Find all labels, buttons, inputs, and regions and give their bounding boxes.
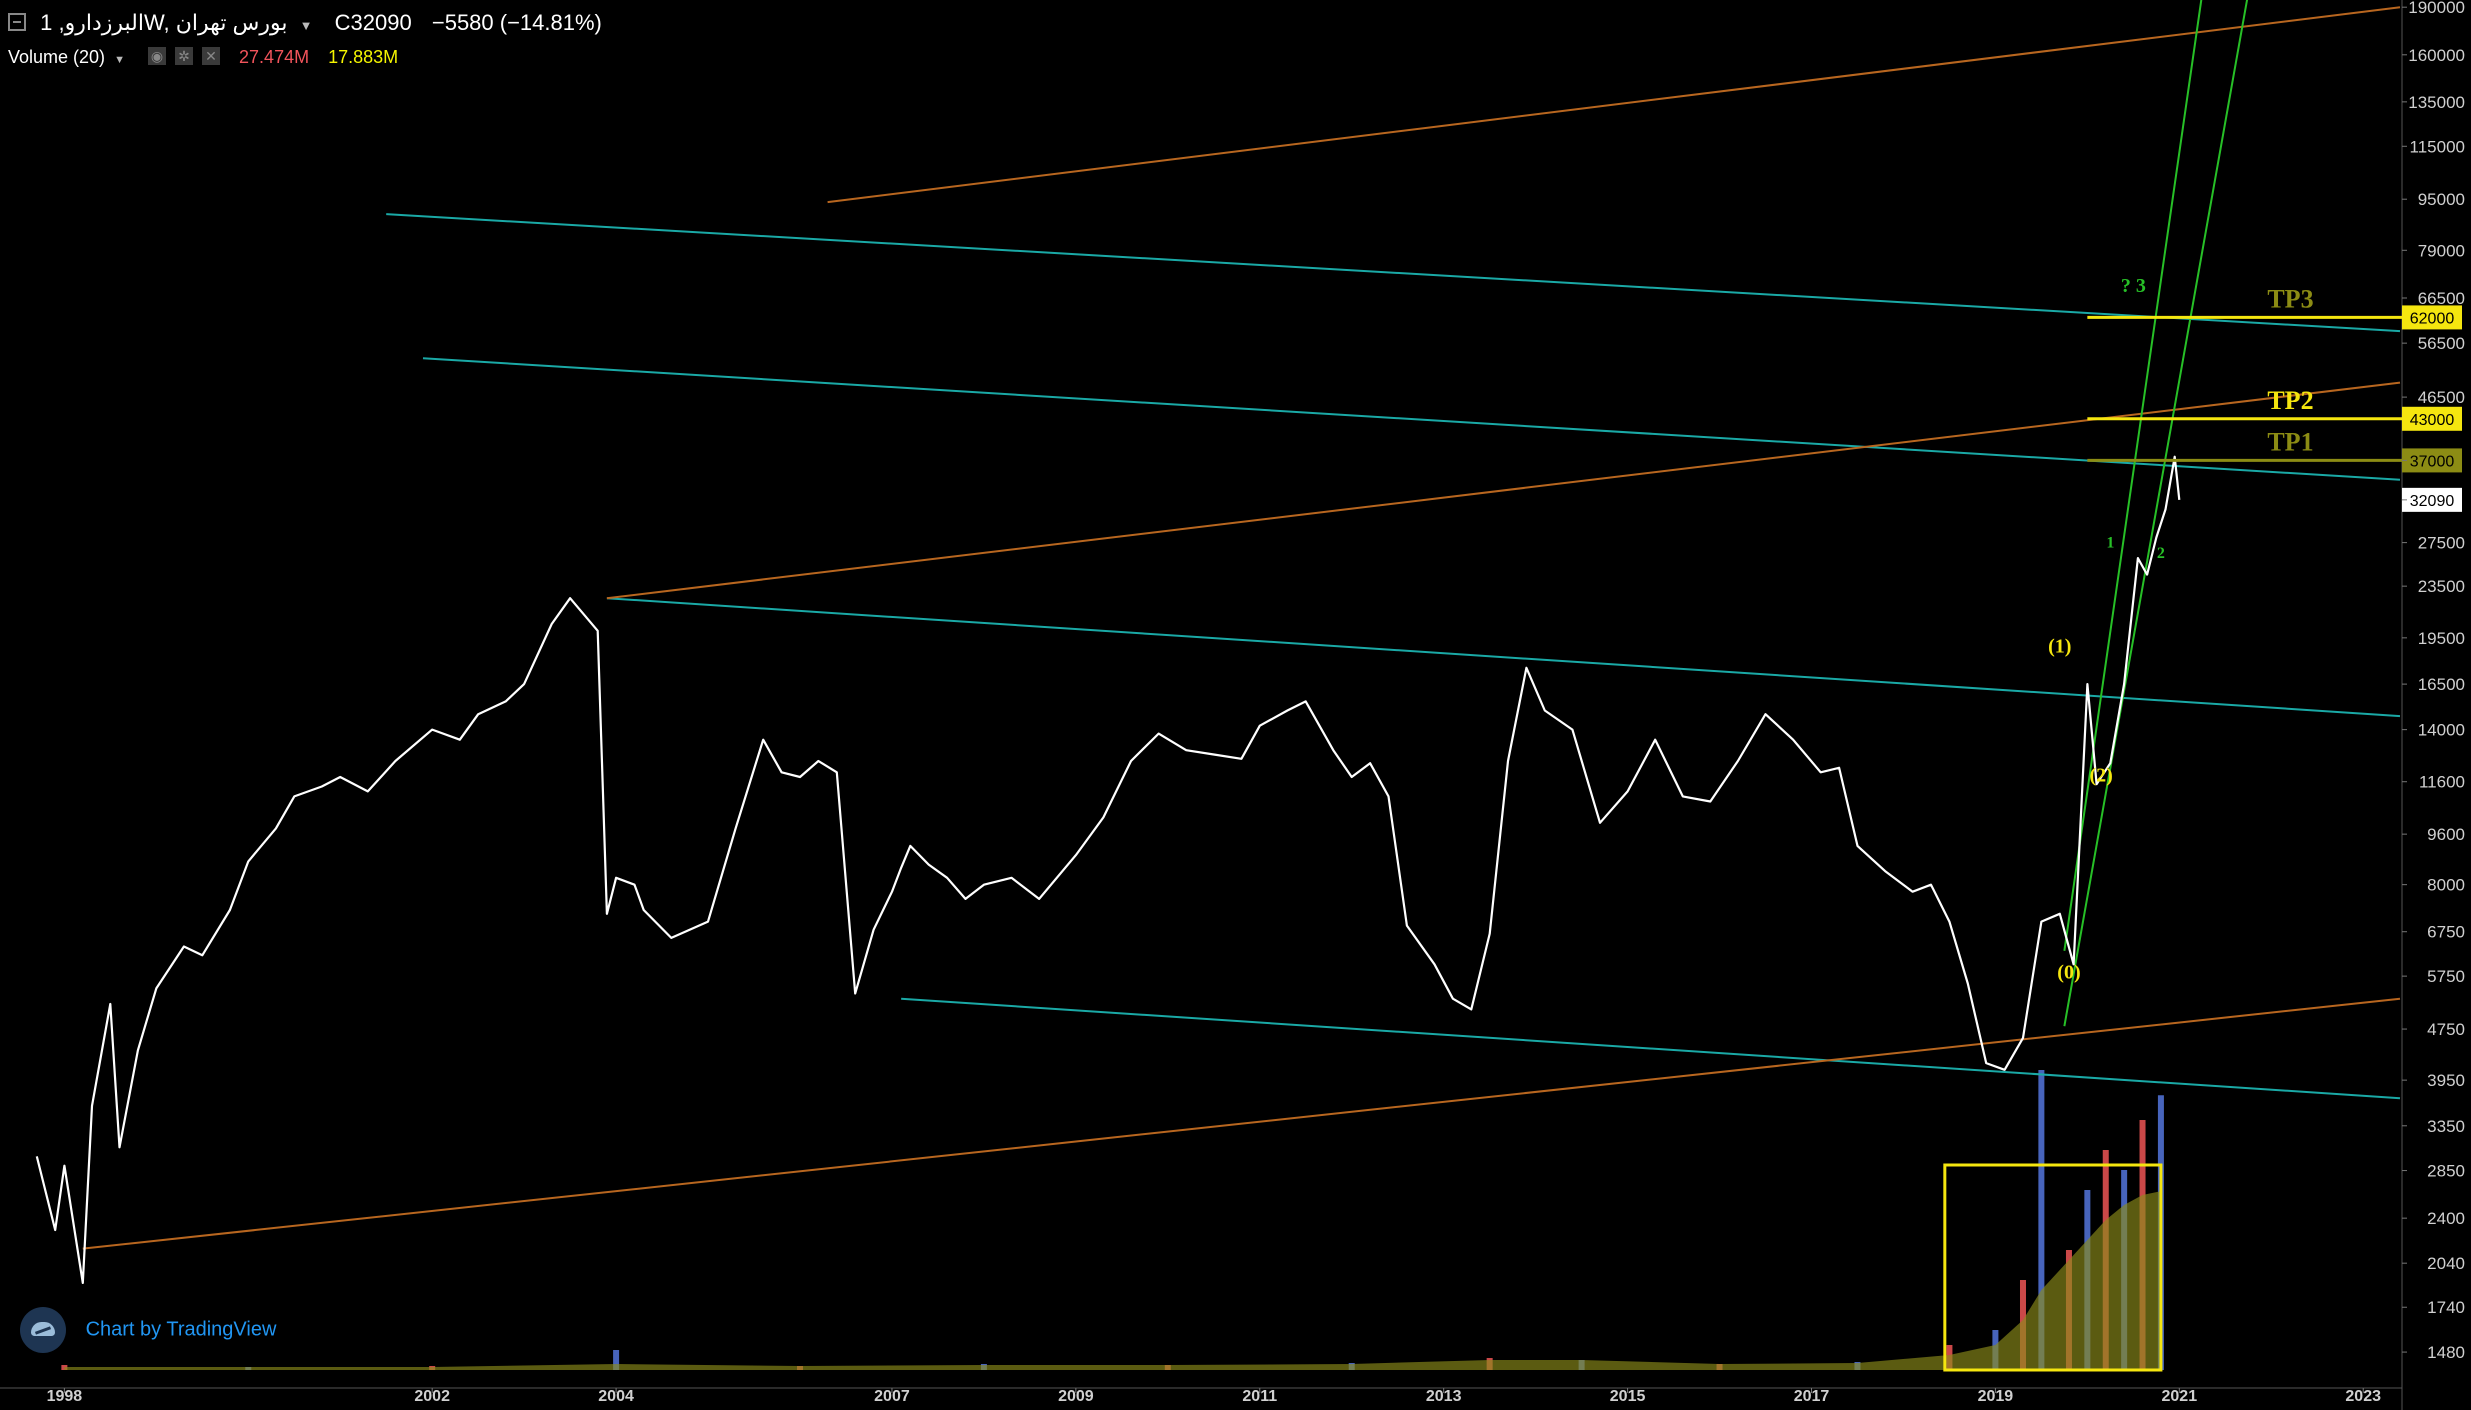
wave-label: ? 3 <box>2121 275 2146 297</box>
x-tick-label: 2011 <box>1242 1388 1277 1405</box>
x-tick-label: 2021 <box>2162 1388 2198 1405</box>
collapse-icon[interactable] <box>8 13 26 32</box>
y-tick-label: 56500 <box>2418 334 2465 353</box>
change-value: −5580 (−14.81%) <box>431 10 602 35</box>
volume-label[interactable]: Volume (20) <box>8 47 105 67</box>
y-tick-label: 66500 <box>2418 289 2465 308</box>
y-tick-label: 6750 <box>2427 923 2465 942</box>
branding-text: Chart by TradingView <box>85 1318 277 1341</box>
target-label-tp2: TP2 <box>2267 386 2313 415</box>
x-tick-label: 2009 <box>1058 1388 1094 1405</box>
teal-trend-line <box>386 213 2401 333</box>
target-price-label: 37000 <box>2410 453 2455 470</box>
green-trend-line <box>2063 0 2203 951</box>
y-tick-label: 14000 <box>2418 721 2465 740</box>
volume-ma-area <box>64 1191 2161 1370</box>
y-tick-label: 19500 <box>2418 629 2465 648</box>
y-tick-label: 3350 <box>2427 1117 2465 1136</box>
tradingview-logo-icon <box>20 1307 66 1353</box>
wave-label: 1 <box>2106 535 2114 552</box>
x-tick-label: 2004 <box>598 1388 634 1405</box>
green-trend-line <box>2063 0 2249 1027</box>
y-tick-label: 1740 <box>2427 1298 2465 1317</box>
tradingview-branding[interactable]: Chart by TradingView <box>20 1307 276 1353</box>
orange-trend-line <box>82 997 2401 1250</box>
y-tick-label: 3950 <box>2427 1071 2465 1090</box>
time-axis: 1998 2002 2004 2007 2009 2011 2013 2015 2017 2019… <box>47 1388 2381 1405</box>
x-tick-label: 2013 <box>1426 1388 1462 1405</box>
target-price-label: 62000 <box>2410 310 2455 327</box>
y-tick-label: 115000 <box>2410 137 2465 156</box>
y-tick-label: 190000 <box>2408 0 2465 17</box>
y-tick-label: 95000 <box>2418 190 2465 209</box>
x-tick-label: 1998 <box>47 1388 83 1405</box>
chart-header: البرزدارو, 1W, بورس تهران ▼ C32090 −5580… <box>8 10 616 36</box>
target-price-label: 43000 <box>2410 412 2455 429</box>
symbol-title[interactable]: البرزدارو, 1W, بورس تهران <box>40 10 287 35</box>
y-tick-label: 23500 <box>2418 577 2465 596</box>
x-tick-label: 2017 <box>1794 1388 1830 1405</box>
last-price-label: 32090 <box>2410 493 2455 510</box>
wave-label: (0) <box>2057 962 2080 984</box>
volume-pane <box>61 1070 2164 1372</box>
y-tick-label: 27500 <box>2418 534 2465 553</box>
y-tick-label: 1480 <box>2427 1343 2465 1362</box>
y-tick-label: 16500 <box>2418 675 2465 694</box>
price-chart[interactable]: TP3 62000 TP2 43000 TP1 37000 32090 (0) (1) (2) 1… <box>0 0 2471 1410</box>
close-value: C32090 <box>334 10 412 35</box>
y-tick-label: 46500 <box>2418 388 2465 407</box>
settings-icon[interactable]: ✲ <box>175 47 193 66</box>
wave-label: (2) <box>2089 765 2112 787</box>
chevron-down-icon[interactable]: ▼ <box>114 54 125 66</box>
volume-legend: Volume (20) ▼ ◉ ✲ ✕ 27.474M 17.883M <box>8 47 398 68</box>
y-tick-label: 135000 <box>2408 93 2465 112</box>
target-label-tp1: TP1 <box>2267 427 2313 456</box>
volume-value: 27.474M <box>239 47 310 67</box>
y-tick-label: 160000 <box>2408 46 2465 65</box>
x-tick-label: 2023 <box>2345 1388 2381 1405</box>
y-tick-label: 4750 <box>2427 1020 2465 1039</box>
orange-trend-line <box>827 6 2401 204</box>
x-tick-label: 2002 <box>414 1388 450 1405</box>
y-tick-label: 2850 <box>2427 1162 2465 1181</box>
wave-label: (1) <box>2048 635 2071 657</box>
wave-label: 2 <box>2157 545 2165 562</box>
x-tick-label: 2015 <box>1610 1388 1646 1405</box>
eye-icon[interactable]: ◉ <box>147 47 166 66</box>
x-tick-label: 2007 <box>874 1388 910 1405</box>
y-tick-label: 79000 <box>2418 241 2465 260</box>
y-tick-label: 11600 <box>2419 773 2465 792</box>
close-icon[interactable]: ✕ <box>202 47 221 66</box>
price-line <box>35 455 2181 1284</box>
price-axis: 190000 160000 135000 115000 95000 79000 66500 5… <box>2402 0 2465 1362</box>
teal-trend-line <box>901 997 2401 1100</box>
x-tick-label: 2019 <box>1978 1388 2014 1405</box>
price-series <box>35 455 2181 1284</box>
y-tick-label: 9600 <box>2427 825 2465 844</box>
trend-lines <box>82 0 2401 1250</box>
y-tick-label: 2040 <box>2427 1254 2465 1273</box>
y-tick-label: 2400 <box>2427 1209 2465 1228</box>
chevron-down-icon[interactable]: ▼ <box>300 18 313 33</box>
y-tick-label: 8000 <box>2427 876 2465 895</box>
target-label-tp3: TP3 <box>2267 284 2313 313</box>
y-tick-label: 5750 <box>2427 967 2465 986</box>
volume-ma-value: 17.883M <box>328 47 399 67</box>
